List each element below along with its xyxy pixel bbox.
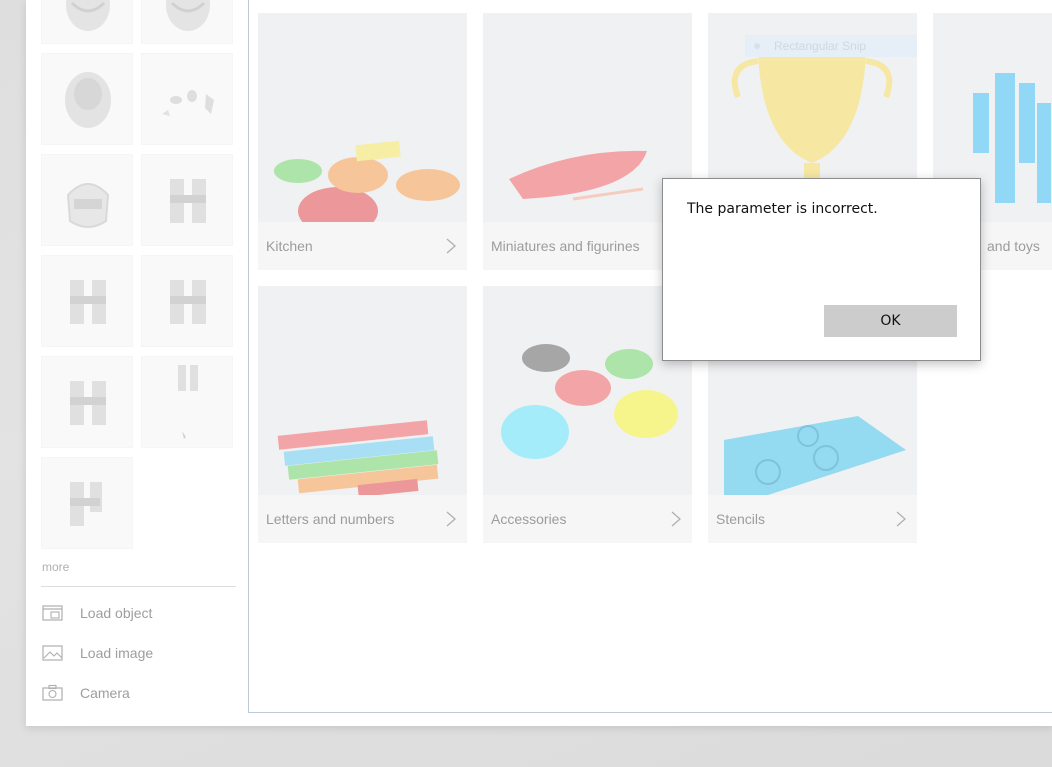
category-image <box>483 286 692 495</box>
category-caption: Miniatures and figurines <box>483 222 692 270</box>
chevron-right-icon <box>446 511 456 527</box>
category-caption: Kitchen <box>258 222 467 270</box>
sidebar-divider <box>41 586 236 587</box>
category-image <box>258 13 467 222</box>
category-caption: Stencils <box>708 495 917 543</box>
snip-dot-icon <box>754 43 760 49</box>
camera-label: Camera <box>80 685 130 701</box>
rectangular-snip-chip: Rectangular Snip <box>745 35 917 57</box>
load-image-button[interactable]: Load image <box>42 641 232 665</box>
helmet-icon <box>166 0 210 31</box>
dialog-message: The parameter is incorrect. <box>687 201 878 217</box>
thumbnail-item[interactable] <box>41 154 133 246</box>
image-icon <box>42 645 63 661</box>
load-object-label: Load object <box>80 605 153 621</box>
chevron-right-icon <box>896 511 906 527</box>
thumbnail-item[interactable] <box>141 356 233 448</box>
ok-button[interactable]: OK <box>824 305 957 337</box>
category-tile-kitchen[interactable]: Kitchen <box>258 13 467 270</box>
helmet-parts-icon <box>178 365 198 439</box>
helmet-parts-icon <box>70 280 106 324</box>
category-label: Letters and numbers <box>266 511 395 527</box>
helmet-icon <box>66 0 110 31</box>
category-label: Stencils <box>716 511 766 527</box>
thumbnail-item[interactable] <box>141 154 233 246</box>
chevron-right-icon <box>671 511 681 527</box>
snip-label: Rectangular Snip <box>774 39 867 53</box>
helmet-parts-icon <box>70 381 106 425</box>
camera-button[interactable]: Camera <box>42 681 232 705</box>
helmet-parts-icon <box>170 179 206 223</box>
error-dialog: The parameter is incorrect. OK <box>662 178 981 361</box>
category-label: Kitchen <box>266 238 313 254</box>
more-link[interactable]: more <box>42 560 69 574</box>
load-object-icon <box>42 605 63 621</box>
helmet-icon <box>66 183 110 228</box>
helmet-parts-icon <box>170 280 206 324</box>
category-tile-accessories[interactable]: Accessories <box>483 286 692 543</box>
category-image <box>483 13 692 222</box>
thumbnail-item[interactable] <box>41 457 133 549</box>
category-tile-letters-numbers[interactable]: Letters and numbers <box>258 286 467 543</box>
thumbnail-item[interactable] <box>141 0 233 44</box>
category-tile-miniatures[interactable]: Miniatures and figurines <box>483 13 692 270</box>
thumbnail-item[interactable] <box>141 53 233 145</box>
helmet-icon <box>65 72 111 128</box>
camera-icon <box>42 684 63 701</box>
category-label: Miniatures and figurines <box>491 238 640 254</box>
thumbnail-item[interactable] <box>41 53 133 145</box>
category-caption: Letters and numbers <box>258 495 467 543</box>
chevron-right-icon <box>446 238 456 254</box>
helmet-parts-icon <box>162 90 214 116</box>
load-object-button[interactable]: Load object <box>42 601 232 625</box>
thumbnail-item[interactable] <box>41 255 133 347</box>
sidebar: more Load object Load image Camera <box>26 0 248 726</box>
app-window: more Load object Load image Camera Kitch… <box>26 0 1052 726</box>
thumbnail-item[interactable] <box>41 0 133 44</box>
helmet-parts-icon <box>70 482 102 526</box>
thumbnail-item[interactable] <box>41 356 133 448</box>
category-caption: Accessories <box>483 495 692 543</box>
load-image-label: Load image <box>80 645 154 661</box>
thumbnail-item[interactable] <box>141 255 233 347</box>
category-label: Accessories <box>491 511 567 527</box>
category-image <box>258 286 467 495</box>
